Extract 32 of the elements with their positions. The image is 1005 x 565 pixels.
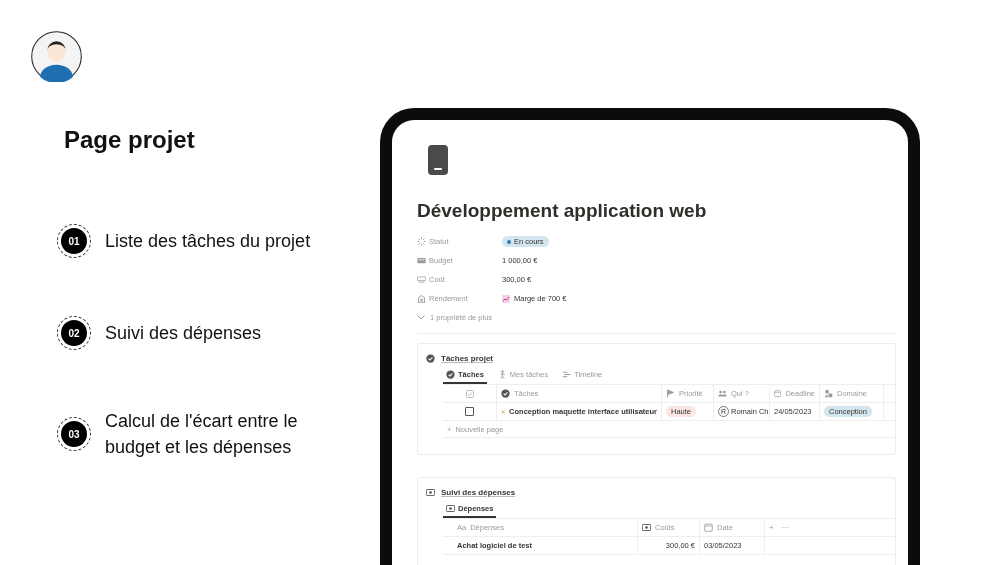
money-icon [642,523,651,532]
step-number: 03 [61,421,87,447]
calendar-icon [774,389,782,398]
tools-icon [501,407,506,416]
check-circle-icon [446,369,455,379]
step-number: 02 [61,320,87,346]
page-heading: Page projet [64,126,196,154]
flag-icon [666,389,675,398]
step-number: 01 [61,228,87,254]
database-title[interactable]: Suivi des dépenses [441,487,516,497]
avatar [31,31,82,82]
calendar-icon [704,523,713,532]
chevron-down-icon [417,315,425,320]
phone-icon [427,144,449,176]
timeline-icon [562,369,572,379]
feature-text: Calcul de l'écart entre le budget et les dépenses [105,410,299,459]
check-circle-icon [501,389,510,398]
shapes-icon [824,389,833,398]
database-title[interactable]: Tâches projet [441,353,493,363]
card-icon [417,256,426,265]
feature-text: Liste des tâches du projet [105,230,312,253]
checkbox[interactable] [465,407,474,416]
check-circle-icon [426,353,435,363]
loading-icon [417,237,426,246]
page-title: Développement application web [417,200,708,222]
people-icon [718,389,727,398]
feature-text: Suivi des dépenses [105,322,263,345]
chart-up-icon [502,294,510,303]
person-icon [497,369,507,379]
money-icon [426,487,435,497]
checkbox-icon [465,389,474,398]
money-icon [446,503,455,513]
